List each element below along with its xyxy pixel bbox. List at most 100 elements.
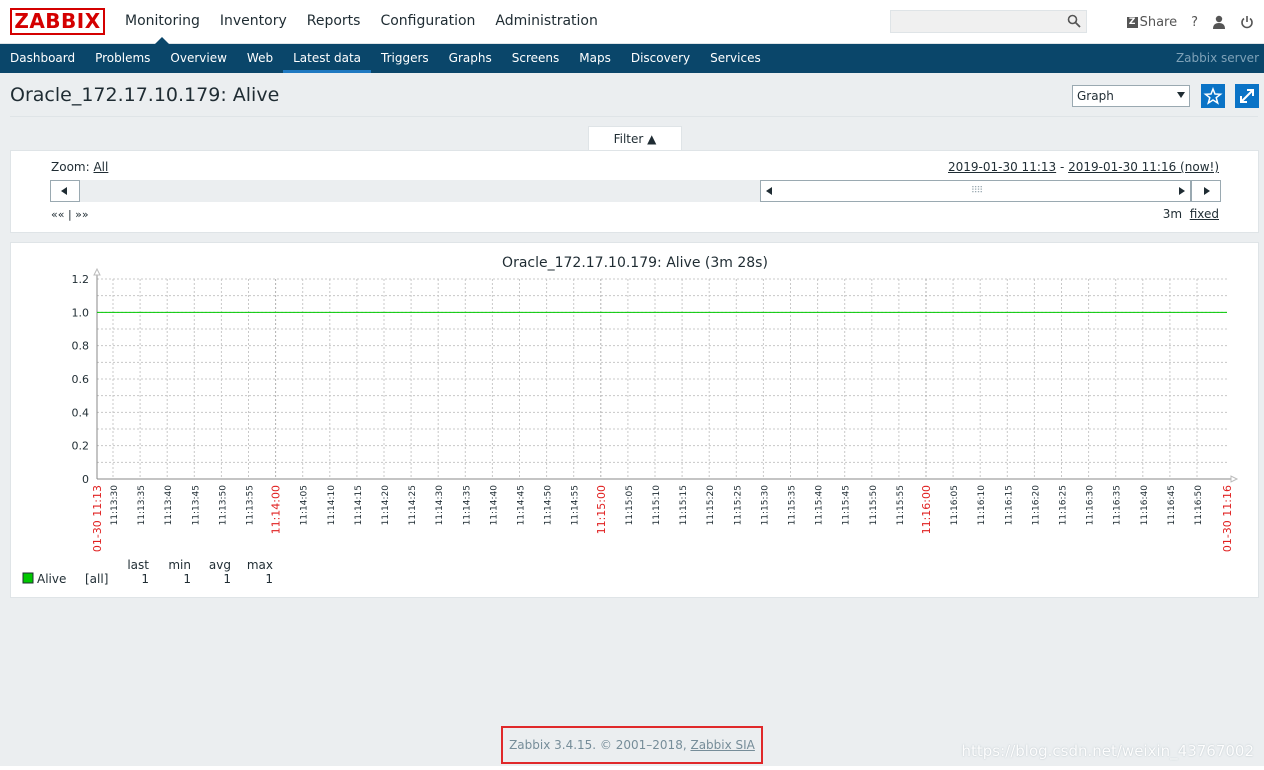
x-tick-label: 11:14:30	[435, 485, 445, 526]
filter-panel: Zoom: All 2019-01-30 11:13 - 2019-01-30 …	[10, 150, 1259, 233]
zoom-control: Zoom: All	[51, 160, 108, 174]
x-tick-label: 11:16:05	[950, 485, 960, 525]
legend-header-avg: avg	[209, 558, 231, 572]
menu-reports[interactable]: Reports	[297, 0, 371, 44]
resize-right-icon[interactable]	[1179, 187, 1185, 195]
legend-header-max: max	[247, 558, 273, 572]
fixed-toggle-link[interactable]: fixed	[1190, 207, 1219, 221]
y-tick-label: 0.6	[72, 373, 90, 386]
watermark: https://blog.csdn.net/weixin_43767002	[961, 742, 1254, 760]
help-icon: ?	[1191, 14, 1198, 30]
legend-value-min: 1	[183, 572, 191, 586]
legend-header-min: min	[168, 558, 191, 572]
submenu-discovery[interactable]: Discovery	[621, 44, 700, 73]
legend-value-last: 1	[141, 572, 149, 586]
graph-title: Oracle_172.17.10.179: Alive (3m 28s)	[502, 255, 768, 271]
x-tick-label: 11:16:35	[1113, 485, 1123, 525]
y-axis-arrow-icon	[93, 267, 101, 276]
nav-forward-link[interactable]: »»	[75, 208, 88, 221]
period-from-link[interactable]: 2019-01-30 11:13	[948, 160, 1056, 174]
x-tick-label: 11:15:05	[625, 485, 635, 525]
x-tick-label: 11:15:40	[815, 485, 825, 526]
zoom-label: Zoom:	[51, 160, 90, 174]
submenu-latest-data[interactable]: Latest data	[283, 44, 371, 73]
submenu-problems[interactable]: Problems	[85, 44, 160, 73]
timeline-scrollbar-thumb[interactable]: ⠿⠿	[760, 180, 1191, 202]
y-tick-label: 0.2	[72, 440, 90, 453]
x-tick-label: 11:15:25	[733, 485, 743, 525]
submenu-services[interactable]: Services	[700, 44, 771, 73]
menu-monitoring[interactable]: Monitoring	[115, 0, 210, 44]
y-tick-label: 0.8	[72, 340, 90, 353]
x-tick-label: 11:14:50	[544, 485, 554, 526]
x-tick-label: 11:13:40	[164, 485, 174, 526]
page-title: Oracle_172.17.10.179: Alive	[10, 84, 280, 106]
view-type-value: Graph	[1077, 89, 1114, 103]
x-tick-label-major: 11:15:00	[595, 485, 608, 534]
legend-function: [all]	[85, 572, 108, 586]
search-icon[interactable]	[1067, 14, 1081, 31]
view-type-select[interactable]: Graph	[1072, 85, 1190, 107]
x-tick-label: 11:14:20	[381, 485, 391, 526]
sign-out-button[interactable]	[1240, 15, 1254, 29]
x-tick-label: 11:15:50	[869, 485, 879, 526]
x-tick-label: 11:15:55	[896, 485, 906, 525]
zabbix-logo[interactable]: ZABBIX	[10, 8, 105, 35]
x-tick-label: 11:14:15	[354, 485, 364, 525]
footer: Zabbix 3.4.15. © 2001–2018, Zabbix SIA h…	[0, 724, 1264, 770]
filter-tab[interactable]: Filter ▲	[588, 126, 682, 151]
x-tick-label: 11:16:50	[1194, 485, 1204, 526]
share-button[interactable]: Z Share	[1126, 14, 1178, 30]
period-navigation: «« | »»	[51, 208, 89, 221]
drag-handle-icon[interactable]: ⠿⠿	[971, 186, 983, 196]
x-tick-label-major: 11:16:00	[920, 485, 933, 534]
share-icon: Z	[1126, 16, 1138, 28]
x-tick-label-major: 11:14:00	[270, 485, 283, 534]
submenu-overview[interactable]: Overview	[160, 44, 237, 73]
scroll-right-button[interactable]	[1191, 180, 1221, 202]
search-input[interactable]	[890, 10, 1087, 33]
x-tick-label: 11:14:45	[517, 485, 527, 525]
submenu-graphs[interactable]: Graphs	[439, 44, 502, 73]
submenu-web[interactable]: Web	[237, 44, 283, 73]
alive-graph[interactable]: Oracle_172.17.10.179: Alive (3m 28s) 1.2 1…	[11, 243, 1258, 597]
share-label: Share	[1139, 14, 1178, 30]
header-actions: Z Share ?	[1113, 0, 1254, 44]
submenu-maps[interactable]: Maps	[569, 44, 621, 73]
legend-color-swatch	[22, 572, 34, 584]
submenu-dashboard[interactable]: Dashboard	[0, 44, 85, 73]
y-tick-label: 1.0	[72, 306, 90, 319]
period-length: 3m fixed	[1163, 207, 1219, 221]
x-tick-label: 11:16:25	[1059, 485, 1069, 525]
x-tick-label: 11:16:10	[977, 485, 987, 526]
add-to-favourites-button[interactable]	[1201, 84, 1225, 108]
menu-configuration[interactable]: Configuration	[370, 0, 485, 44]
resize-left-icon[interactable]	[766, 187, 772, 195]
zabbix-sia-link[interactable]: Zabbix SIA	[690, 738, 754, 752]
main-menu: Monitoring Inventory Reports Configurati…	[115, 0, 608, 44]
nav-back-link[interactable]: «« |	[51, 208, 72, 221]
x-tick-label: 11:15:45	[842, 485, 852, 525]
sub-menu: Dashboard Problems Overview Web Latest d…	[0, 44, 1264, 73]
user-profile-button[interactable]	[1212, 15, 1226, 29]
legend-value-max: 1	[265, 572, 273, 586]
help-button[interactable]: ?	[1191, 15, 1198, 30]
fullscreen-button[interactable]	[1235, 84, 1259, 108]
menu-inventory[interactable]: Inventory	[210, 0, 297, 44]
submenu-screens[interactable]: Screens	[502, 44, 570, 73]
user-icon	[1213, 15, 1225, 29]
bottom-edge	[0, 766, 1264, 770]
zoom-all-link[interactable]: All	[93, 160, 108, 174]
y-tick-label: 1.2	[72, 273, 90, 286]
y-tick-label: 0	[82, 473, 89, 486]
x-tick-label-major: 01-30 11:16	[1221, 485, 1234, 552]
server-name: Zabbix server	[1175, 51, 1259, 65]
legend-header-last: last	[127, 558, 149, 572]
x-axis-arrow-icon	[1230, 475, 1239, 483]
y-tick-label: 0.4	[72, 406, 90, 419]
period-to-link[interactable]: 2019-01-30 11:16 (now!)	[1068, 160, 1219, 174]
menu-administration[interactable]: Administration	[485, 0, 607, 44]
scroll-left-button[interactable]	[50, 180, 80, 202]
submenu-triggers[interactable]: Triggers	[371, 44, 439, 73]
period-separator: -	[1056, 160, 1069, 174]
